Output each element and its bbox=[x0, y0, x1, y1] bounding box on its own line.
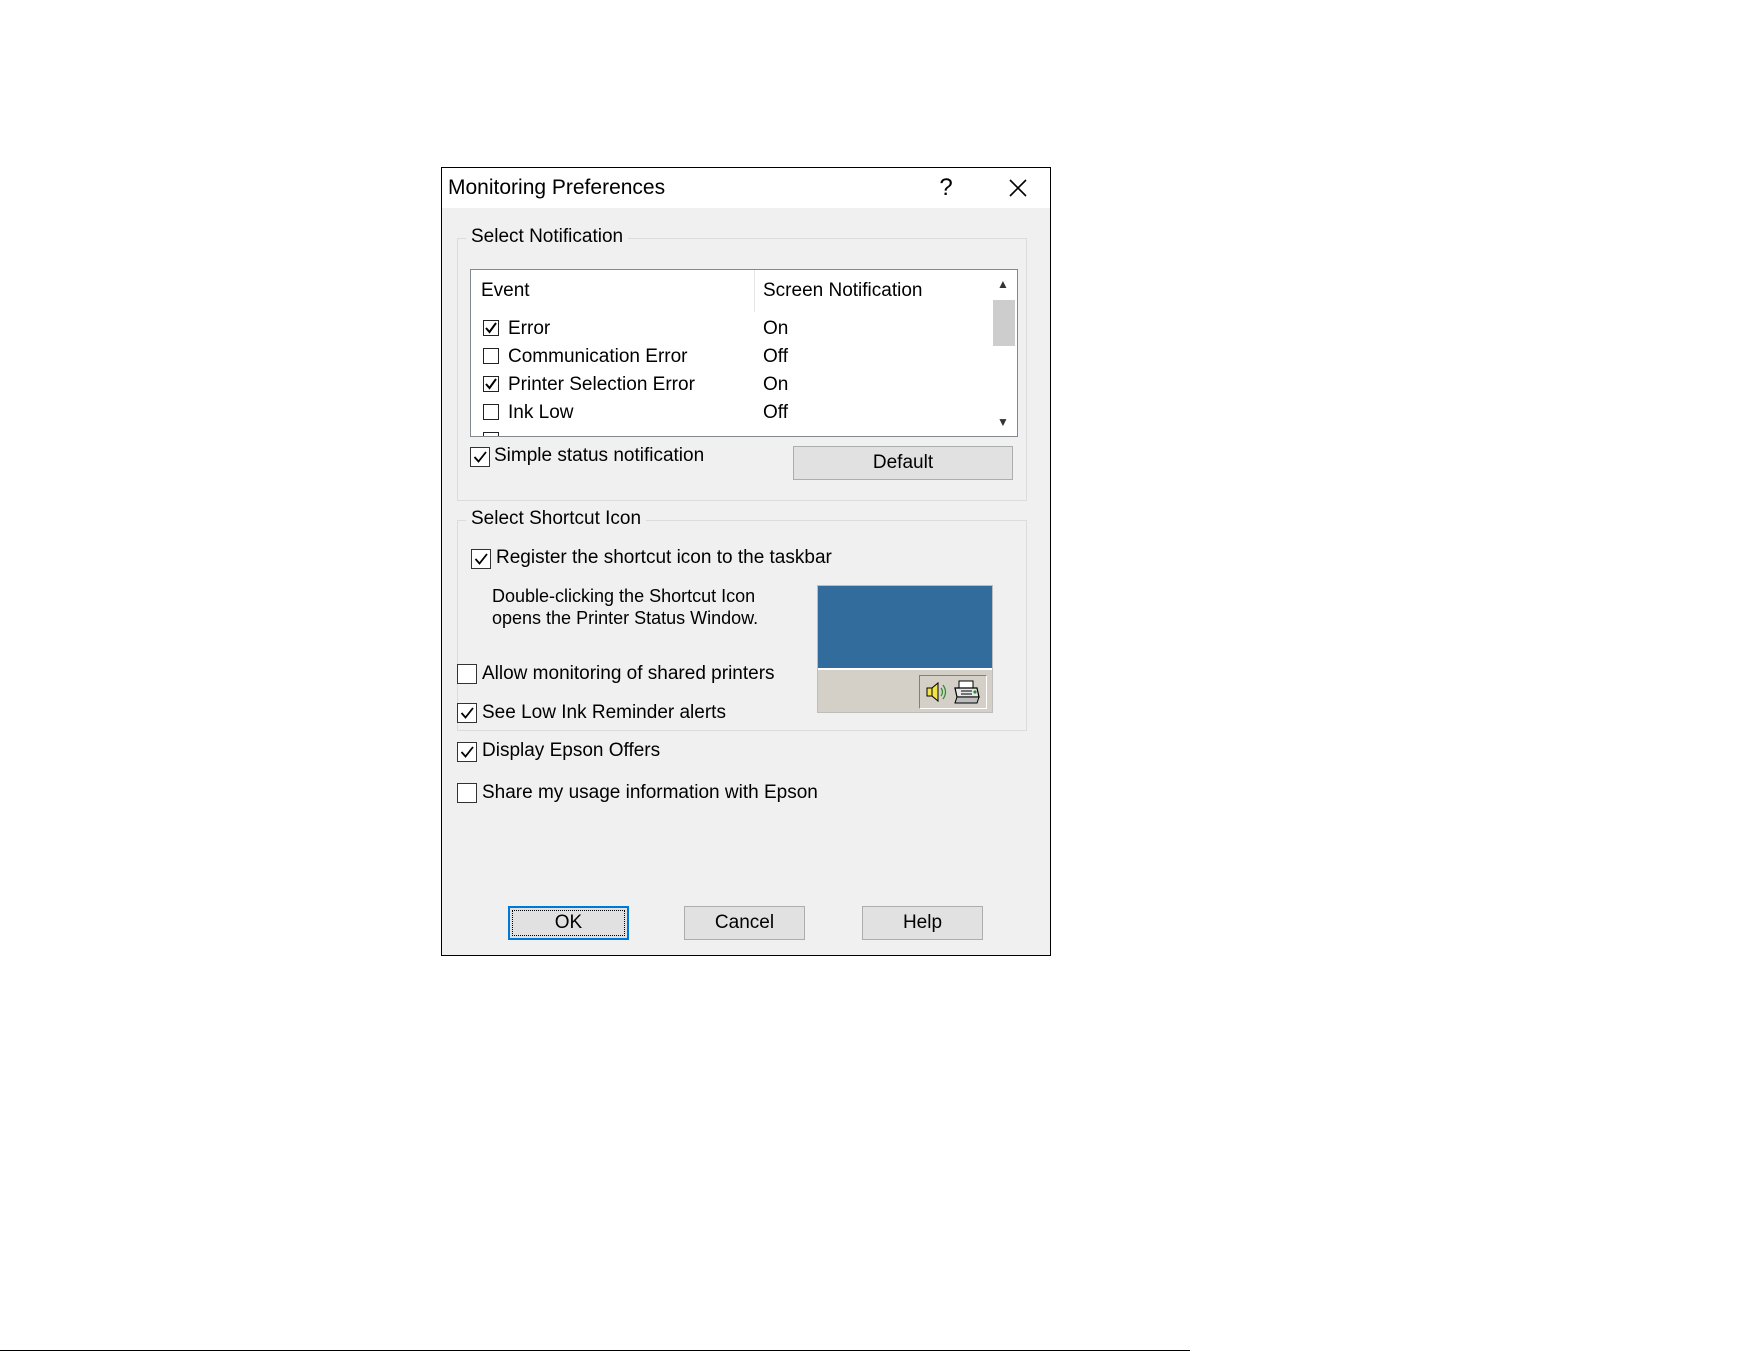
epson-offers-label[interactable]: Display Epson Offers bbox=[482, 740, 660, 762]
system-tray bbox=[919, 675, 987, 709]
help-icon[interactable]: ? bbox=[928, 172, 964, 204]
shared-printers-checkbox[interactable] bbox=[457, 664, 477, 684]
share-usage-label[interactable]: Share my usage information with Epson bbox=[482, 782, 818, 804]
close-icon[interactable] bbox=[998, 172, 1038, 204]
low-ink-label[interactable]: See Low Ink Reminder alerts bbox=[482, 702, 726, 724]
low-ink-checkbox[interactable] bbox=[457, 703, 477, 723]
row-checkbox[interactable] bbox=[483, 432, 499, 436]
shared-printers-label[interactable]: Allow monitoring of shared printers bbox=[482, 663, 775, 685]
epson-offers-checkbox[interactable] bbox=[457, 742, 477, 762]
scroll-thumb[interactable] bbox=[993, 300, 1015, 346]
shortcut-description-line2: opens the Printer Status Window. bbox=[492, 608, 759, 628]
list-item[interactable]: Error On bbox=[471, 316, 989, 344]
event-name: Ink Low bbox=[508, 402, 574, 423]
event-name: Printer Selection Error bbox=[508, 374, 695, 395]
row-checkbox[interactable] bbox=[483, 348, 499, 364]
column-divider bbox=[754, 270, 755, 312]
share-usage-checkbox[interactable] bbox=[457, 783, 477, 803]
column-header-event[interactable]: Event bbox=[481, 280, 530, 302]
list-scrollbar[interactable]: ▲ ▼ bbox=[989, 270, 1017, 436]
help-button[interactable]: Help bbox=[862, 906, 983, 940]
scroll-down-icon[interactable]: ▼ bbox=[989, 408, 1017, 436]
column-header-screen-notification[interactable]: Screen Notification bbox=[763, 280, 922, 302]
title-bar: Monitoring Preferences ? bbox=[442, 168, 1050, 208]
row-checkbox[interactable] bbox=[483, 404, 499, 420]
page-bottom-rule bbox=[0, 1350, 1190, 1351]
simple-status-checkbox[interactable] bbox=[470, 447, 490, 467]
taskbar-preview bbox=[817, 585, 993, 713]
screen-notification-value: Off bbox=[763, 402, 788, 423]
select-notification-group: Select Notification Event Screen Notific… bbox=[457, 226, 1027, 501]
screen-notification-value: On bbox=[763, 374, 789, 395]
printer-icon bbox=[954, 680, 980, 704]
row-checkbox[interactable] bbox=[483, 320, 499, 336]
speaker-icon bbox=[926, 681, 947, 703]
shortcut-description: Double-clicking the Shortcut Icon opens … bbox=[492, 585, 758, 629]
desktop-preview bbox=[818, 586, 992, 668]
dialog-title: Monitoring Preferences bbox=[448, 176, 666, 199]
list-item[interactable]: Ink Low Off bbox=[471, 400, 989, 428]
register-shortcut-label[interactable]: Register the shortcut icon to the taskba… bbox=[496, 547, 832, 569]
scroll-up-icon[interactable]: ▲ bbox=[989, 270, 1017, 298]
register-shortcut-checkbox[interactable] bbox=[471, 549, 491, 569]
monitoring-preferences-dialog: Monitoring Preferences ? Select Notifica… bbox=[441, 167, 1051, 956]
event-name: Communication Error bbox=[508, 346, 688, 367]
ok-button-label: OK bbox=[554, 912, 583, 933]
simple-status-label[interactable]: Simple status notification bbox=[494, 445, 704, 467]
taskbar-preview-bar bbox=[818, 668, 992, 712]
list-item[interactable]: Printer Selection Error On bbox=[471, 372, 989, 400]
list-item-partial[interactable] bbox=[471, 428, 989, 436]
ok-button[interactable]: OK bbox=[508, 906, 629, 940]
select-shortcut-icon-legend: Select Shortcut Icon bbox=[466, 508, 647, 530]
screen-notification-value: Off bbox=[763, 346, 788, 367]
cancel-button[interactable]: Cancel bbox=[684, 906, 805, 940]
shortcut-description-line1: Double-clicking the Shortcut Icon bbox=[492, 586, 756, 606]
list-item[interactable]: Communication Error Off bbox=[471, 344, 989, 372]
row-checkbox[interactable] bbox=[483, 376, 499, 392]
event-list[interactable]: Event Screen Notification Error On Commu… bbox=[470, 269, 1018, 437]
default-button[interactable]: Default bbox=[793, 446, 1013, 480]
select-notification-legend: Select Notification bbox=[466, 226, 629, 248]
screen-notification-value: On bbox=[763, 318, 789, 339]
event-name: Error bbox=[508, 318, 551, 339]
